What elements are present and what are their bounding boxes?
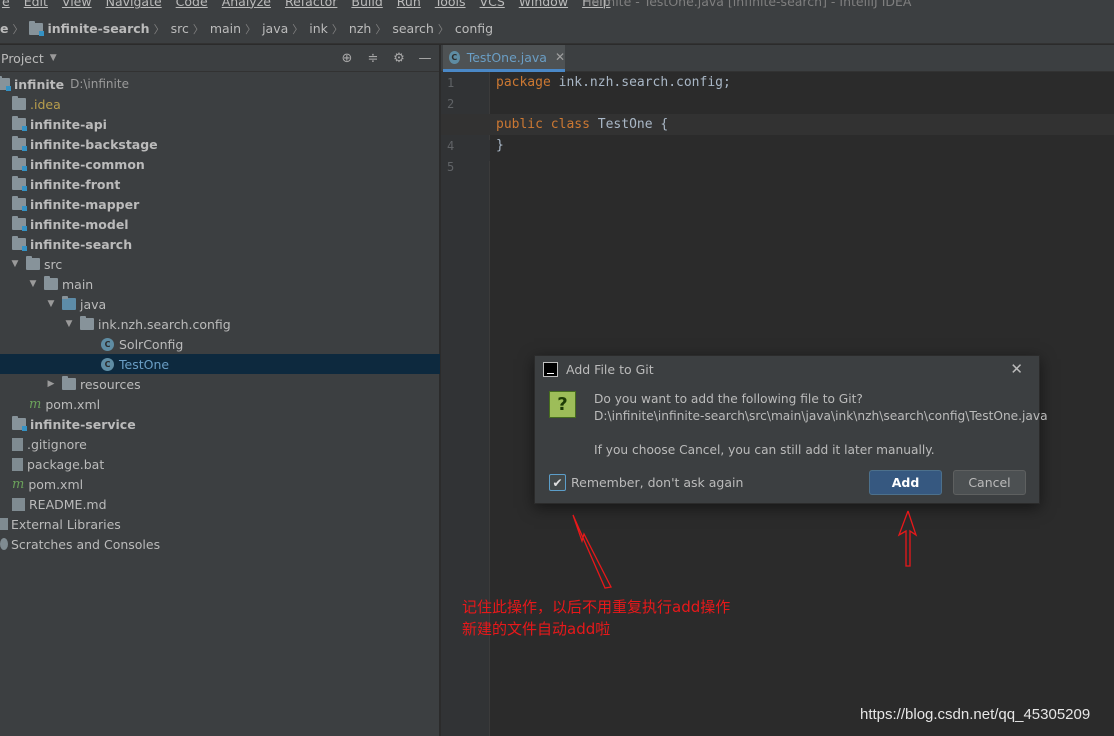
arrow-to-checkbox — [572, 514, 612, 589]
arrow-to-add-button — [897, 510, 918, 567]
annotation-text-line2: 新建的文件自动add啦 — [462, 620, 611, 638]
watermark: https://blog.csdn.net/qq_45305209 — [860, 706, 1091, 723]
annotation-text-line1: 记住此操作，以后不用重复执行add操作 — [462, 598, 731, 616]
